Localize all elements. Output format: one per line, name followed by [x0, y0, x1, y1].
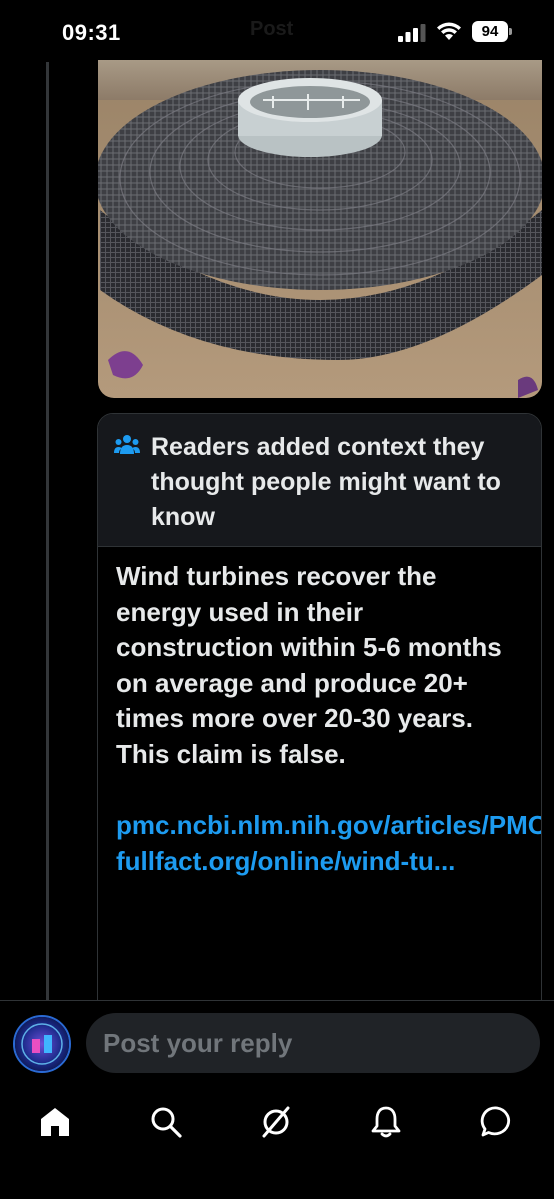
avatar-image — [15, 1017, 69, 1071]
cellular-signal-icon — [398, 24, 426, 42]
source-link-pmc[interactable]: pmc.ncbi.nlm.nih.gov/articles/PMC66... — [116, 808, 541, 844]
community-note-links: pmc.ncbi.nlm.nih.gov/articles/PMC66... f… — [116, 808, 541, 880]
nav-grok[interactable] — [246, 1102, 306, 1142]
wind-turbine-foundation-photo — [98, 60, 542, 398]
nav-search[interactable] — [136, 1102, 196, 1142]
community-note-title: Readers added context they thought peopl… — [151, 433, 501, 531]
grok-icon — [262, 1106, 290, 1138]
status-bar: 09:31 Post 94 — [0, 0, 554, 62]
community-note-card[interactable]: Readers added context they thought peopl… — [97, 413, 542, 1013]
reply-input[interactable]: Post your reply — [86, 1013, 540, 1073]
battery-tip — [509, 28, 512, 35]
community-note-text: Wind turbines recover the energy used in… — [116, 561, 502, 769]
messages-icon — [480, 1106, 510, 1137]
nav-messages[interactable] — [467, 1102, 527, 1142]
post-image[interactable] — [98, 60, 542, 398]
search-icon — [151, 1107, 182, 1138]
avatar[interactable] — [13, 1015, 71, 1073]
status-time: 09:31 — [62, 20, 121, 45]
home-icon — [41, 1108, 69, 1136]
community-note-body: Wind turbines recover the energy used in… — [98, 547, 541, 879]
thread-line — [46, 62, 49, 1002]
notifications-icon — [371, 1106, 401, 1138]
header-title-faded: Post — [250, 18, 294, 40]
wifi-icon — [437, 22, 461, 40]
bottom-nav — [0, 1084, 554, 1199]
source-link-fullfact[interactable]: fullfact.org/online/wind-tu... — [116, 844, 525, 880]
people-icon — [114, 435, 140, 454]
nav-notifications[interactable] — [356, 1102, 416, 1142]
battery-indicator: 94 — [472, 21, 508, 42]
community-note-header: Readers added context they thought peopl… — [98, 414, 541, 547]
nav-home[interactable] — [25, 1102, 85, 1142]
reply-bar: Post your reply — [0, 1000, 554, 1084]
